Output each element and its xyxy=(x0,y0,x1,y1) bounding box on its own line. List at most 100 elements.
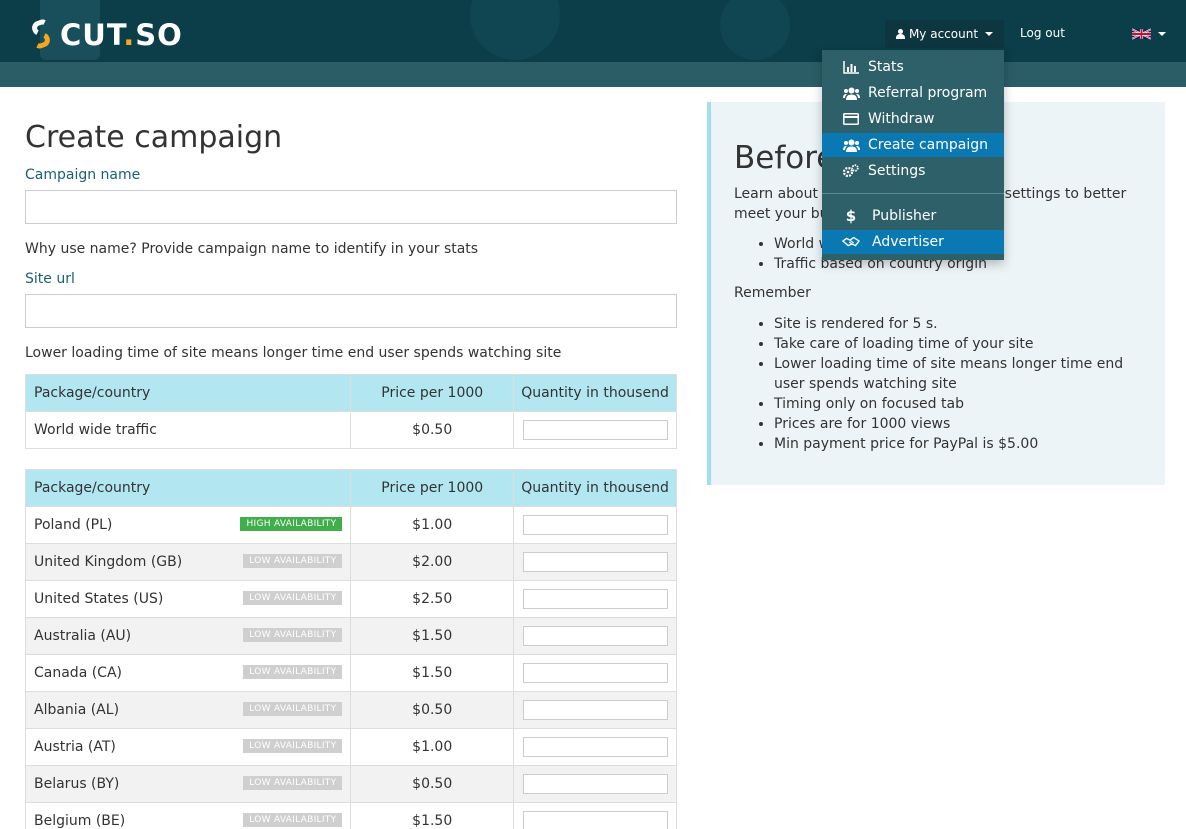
country-name: Poland (PL) xyxy=(34,517,113,533)
column-header-price: Price per 1000 xyxy=(350,469,515,507)
country-cell: Canada (CA) LOW AVAILABILITY xyxy=(24,654,352,692)
country-name: Belgium (BE) xyxy=(34,813,126,829)
quantity-input[interactable] xyxy=(522,515,668,535)
quantity-input[interactable] xyxy=(522,811,668,829)
country-name: Canada (CA) xyxy=(34,665,122,681)
list-item: Prices are for 1000 views xyxy=(774,414,1154,434)
gears-icon xyxy=(842,164,860,178)
quantity-cell xyxy=(513,617,677,655)
list-item: Site is rendered for 5 s. xyxy=(774,314,1154,334)
list-item: Min payment price for PayPal is $5.00 xyxy=(774,434,1154,454)
quantity-input[interactable] xyxy=(522,420,668,440)
menu-item-label: Referral program xyxy=(868,85,988,101)
menu-item-label: Advertiser xyxy=(872,234,944,250)
country-cell: Albania (AL) LOW AVAILABILITY xyxy=(24,691,352,729)
quantity-cell xyxy=(513,728,677,766)
logout-link[interactable]: Log out xyxy=(1020,26,1065,40)
country-price: $2.00 xyxy=(350,543,515,581)
quantity-cell xyxy=(513,580,677,618)
quantity-input[interactable] xyxy=(522,737,668,757)
quantity-cell xyxy=(513,765,677,803)
header-band xyxy=(0,62,1186,87)
country-cell: Belarus (BY) LOW AVAILABILITY xyxy=(24,765,352,803)
availability-badge: LOW AVAILABILITY xyxy=(243,628,343,642)
quantity-input[interactable] xyxy=(522,626,668,646)
column-header-quantity: Quantity in thousend xyxy=(513,374,677,412)
availability-badge: LOW AVAILABILITY xyxy=(243,591,343,605)
list-item: Timing only on focused tab xyxy=(774,394,1154,414)
country-price: $1.50 xyxy=(350,654,515,692)
country-price: $1.00 xyxy=(350,506,515,544)
quantity-input[interactable] xyxy=(522,589,668,609)
quantity-cell xyxy=(513,543,677,581)
column-header-package: Package/country xyxy=(24,469,352,507)
table-row: Canada (CA) LOW AVAILABILITY $1.50 xyxy=(24,654,677,692)
quantity-cell xyxy=(513,691,677,729)
country-cell: Austria (AT) LOW AVAILABILITY xyxy=(24,728,352,766)
country-price: $1.50 xyxy=(350,802,515,829)
my-account-label: My account xyxy=(908,27,979,41)
site-url-input[interactable] xyxy=(25,294,677,328)
header-decoration xyxy=(720,0,790,60)
table-row: United States (US) LOW AVAILABILITY $2.50 xyxy=(24,580,677,618)
campaign-name-input[interactable] xyxy=(25,190,677,224)
uk-flag-icon xyxy=(1132,28,1151,40)
my-account-menu-button[interactable]: My account xyxy=(885,20,1004,48)
table-row: Belgium (BE) LOW AVAILABILITY $1.50 xyxy=(24,802,677,829)
country-cell: Australia (AU) LOW AVAILABILITY xyxy=(24,617,352,655)
availability-badge: LOW AVAILABILITY xyxy=(243,813,343,827)
menu-item-advertiser[interactable]: Advertiser xyxy=(822,230,1004,254)
country-cell: Poland (PL) HIGH AVAILABILITY xyxy=(24,506,352,544)
quantity-input[interactable] xyxy=(522,774,668,794)
column-header-quantity: Quantity in thousend xyxy=(513,469,677,507)
worldwide-package-table: Package/country Price per 1000 Quantity … xyxy=(24,374,677,449)
country-package-table: Package/country Price per 1000 Quantity … xyxy=(24,469,677,829)
menu-item-stats[interactable]: Stats xyxy=(822,55,1004,79)
country-name: Belarus (BY) xyxy=(34,776,120,792)
menu-item-withdraw[interactable]: Withdraw xyxy=(822,107,1004,131)
table-row: Austria (AT) LOW AVAILABILITY $1.00 xyxy=(24,728,677,766)
list-item: Take care of loading time of your site xyxy=(774,334,1154,354)
site-url-help: Lower loading time of site means longer … xyxy=(25,345,562,361)
handshake-icon xyxy=(842,235,860,249)
country-cell: United States (US) LOW AVAILABILITY xyxy=(24,580,352,618)
logo[interactable]: CUT.SO xyxy=(29,17,183,52)
quantity-cell xyxy=(513,411,677,449)
menu-item-label: Publisher xyxy=(872,208,937,224)
quantity-input[interactable] xyxy=(522,552,668,572)
country-cell: United Kingdom (GB) LOW AVAILABILITY xyxy=(24,543,352,581)
top-header: CUT.SO My account Log out xyxy=(0,0,1186,87)
language-selector[interactable] xyxy=(1132,28,1166,40)
caret-down-icon xyxy=(1158,32,1166,36)
account-dropdown-menu: Stats Referral program Withdraw Create c… xyxy=(822,50,1004,260)
country-name: Austria (AT) xyxy=(34,739,116,755)
country-price: $1.00 xyxy=(350,728,515,766)
campaign-name-help: Why use name? Provide campaign name to i… xyxy=(25,241,479,257)
quantity-input[interactable] xyxy=(522,700,668,720)
dollar-icon: $ xyxy=(845,207,857,225)
table-row: Belarus (BY) LOW AVAILABILITY $0.50 xyxy=(24,765,677,803)
menu-item-settings[interactable]: Settings xyxy=(822,159,1004,183)
menu-item-label: Create campaign xyxy=(868,137,988,153)
availability-badge: LOW AVAILABILITY xyxy=(243,554,343,568)
table-row: World wide traffic $0.50 xyxy=(24,411,677,449)
country-price: $0.50 xyxy=(350,765,515,803)
quantity-input[interactable] xyxy=(522,663,668,683)
site-url-label: Site url xyxy=(25,271,75,287)
credit-card-icon xyxy=(842,112,860,126)
column-header-price: Price per 1000 xyxy=(350,374,515,412)
table-row: Albania (AL) LOW AVAILABILITY $0.50 xyxy=(24,691,677,729)
quantity-cell xyxy=(513,654,677,692)
table-header-row: Package/country Price per 1000 Quantity … xyxy=(24,374,677,412)
availability-badge: LOW AVAILABILITY xyxy=(243,702,343,716)
country-name: United Kingdom (GB) xyxy=(34,554,183,570)
country-name: Albania (AL) xyxy=(34,702,120,718)
quantity-cell xyxy=(513,506,677,544)
page-title: Create campaign xyxy=(25,120,283,155)
menu-item-create-campaign[interactable]: Create campaign xyxy=(822,133,1004,157)
menu-item-publisher[interactable]: $ Publisher xyxy=(822,204,1004,228)
menu-item-label: Settings xyxy=(868,163,926,179)
column-header-package: Package/country xyxy=(24,374,352,412)
package-name: World wide traffic xyxy=(24,411,352,449)
menu-item-referral-program[interactable]: Referral program xyxy=(822,81,1004,105)
